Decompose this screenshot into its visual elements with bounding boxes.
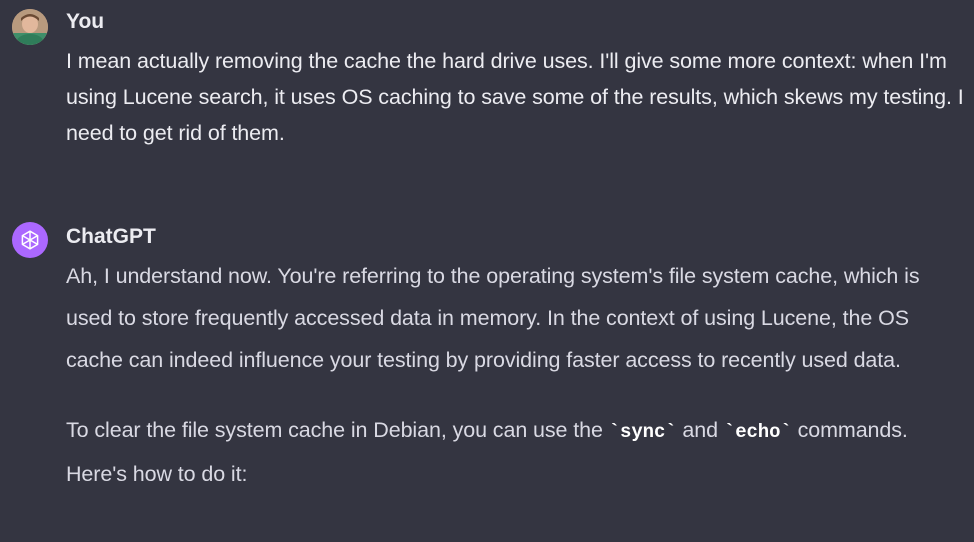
assistant-message-text: Ah, I understand now. You're referring t…	[66, 255, 966, 495]
user-message-paragraph: I mean actually removing the cache the h…	[66, 49, 964, 145]
assistant-paragraph-2-middle: and	[676, 418, 724, 442]
user-avatar	[12, 9, 48, 45]
openai-logo-icon	[21, 230, 39, 250]
inline-code-echo: `echo`	[723, 421, 792, 443]
user-message-text: I mean actually removing the cache the h…	[66, 43, 966, 151]
user-photo-avatar-icon	[12, 9, 48, 45]
assistant-paragraph-2-before: To clear the file system cache in Debian…	[66, 418, 609, 442]
assistant-avatar	[12, 222, 48, 258]
assistant-paragraph-1: Ah, I understand now. You're referring t…	[66, 264, 920, 372]
assistant-author-name: ChatGPT	[66, 225, 156, 248]
assistant-paragraph-2: To clear the file system cache in Debian…	[66, 409, 966, 495]
inline-code-sync: `sync`	[608, 421, 677, 443]
assistant-message: ChatGPT Ah, I understand now. You're ref…	[0, 215, 974, 542]
user-author-name: You	[66, 10, 105, 33]
user-message: You I mean actually removing the cache t…	[0, 0, 974, 190]
